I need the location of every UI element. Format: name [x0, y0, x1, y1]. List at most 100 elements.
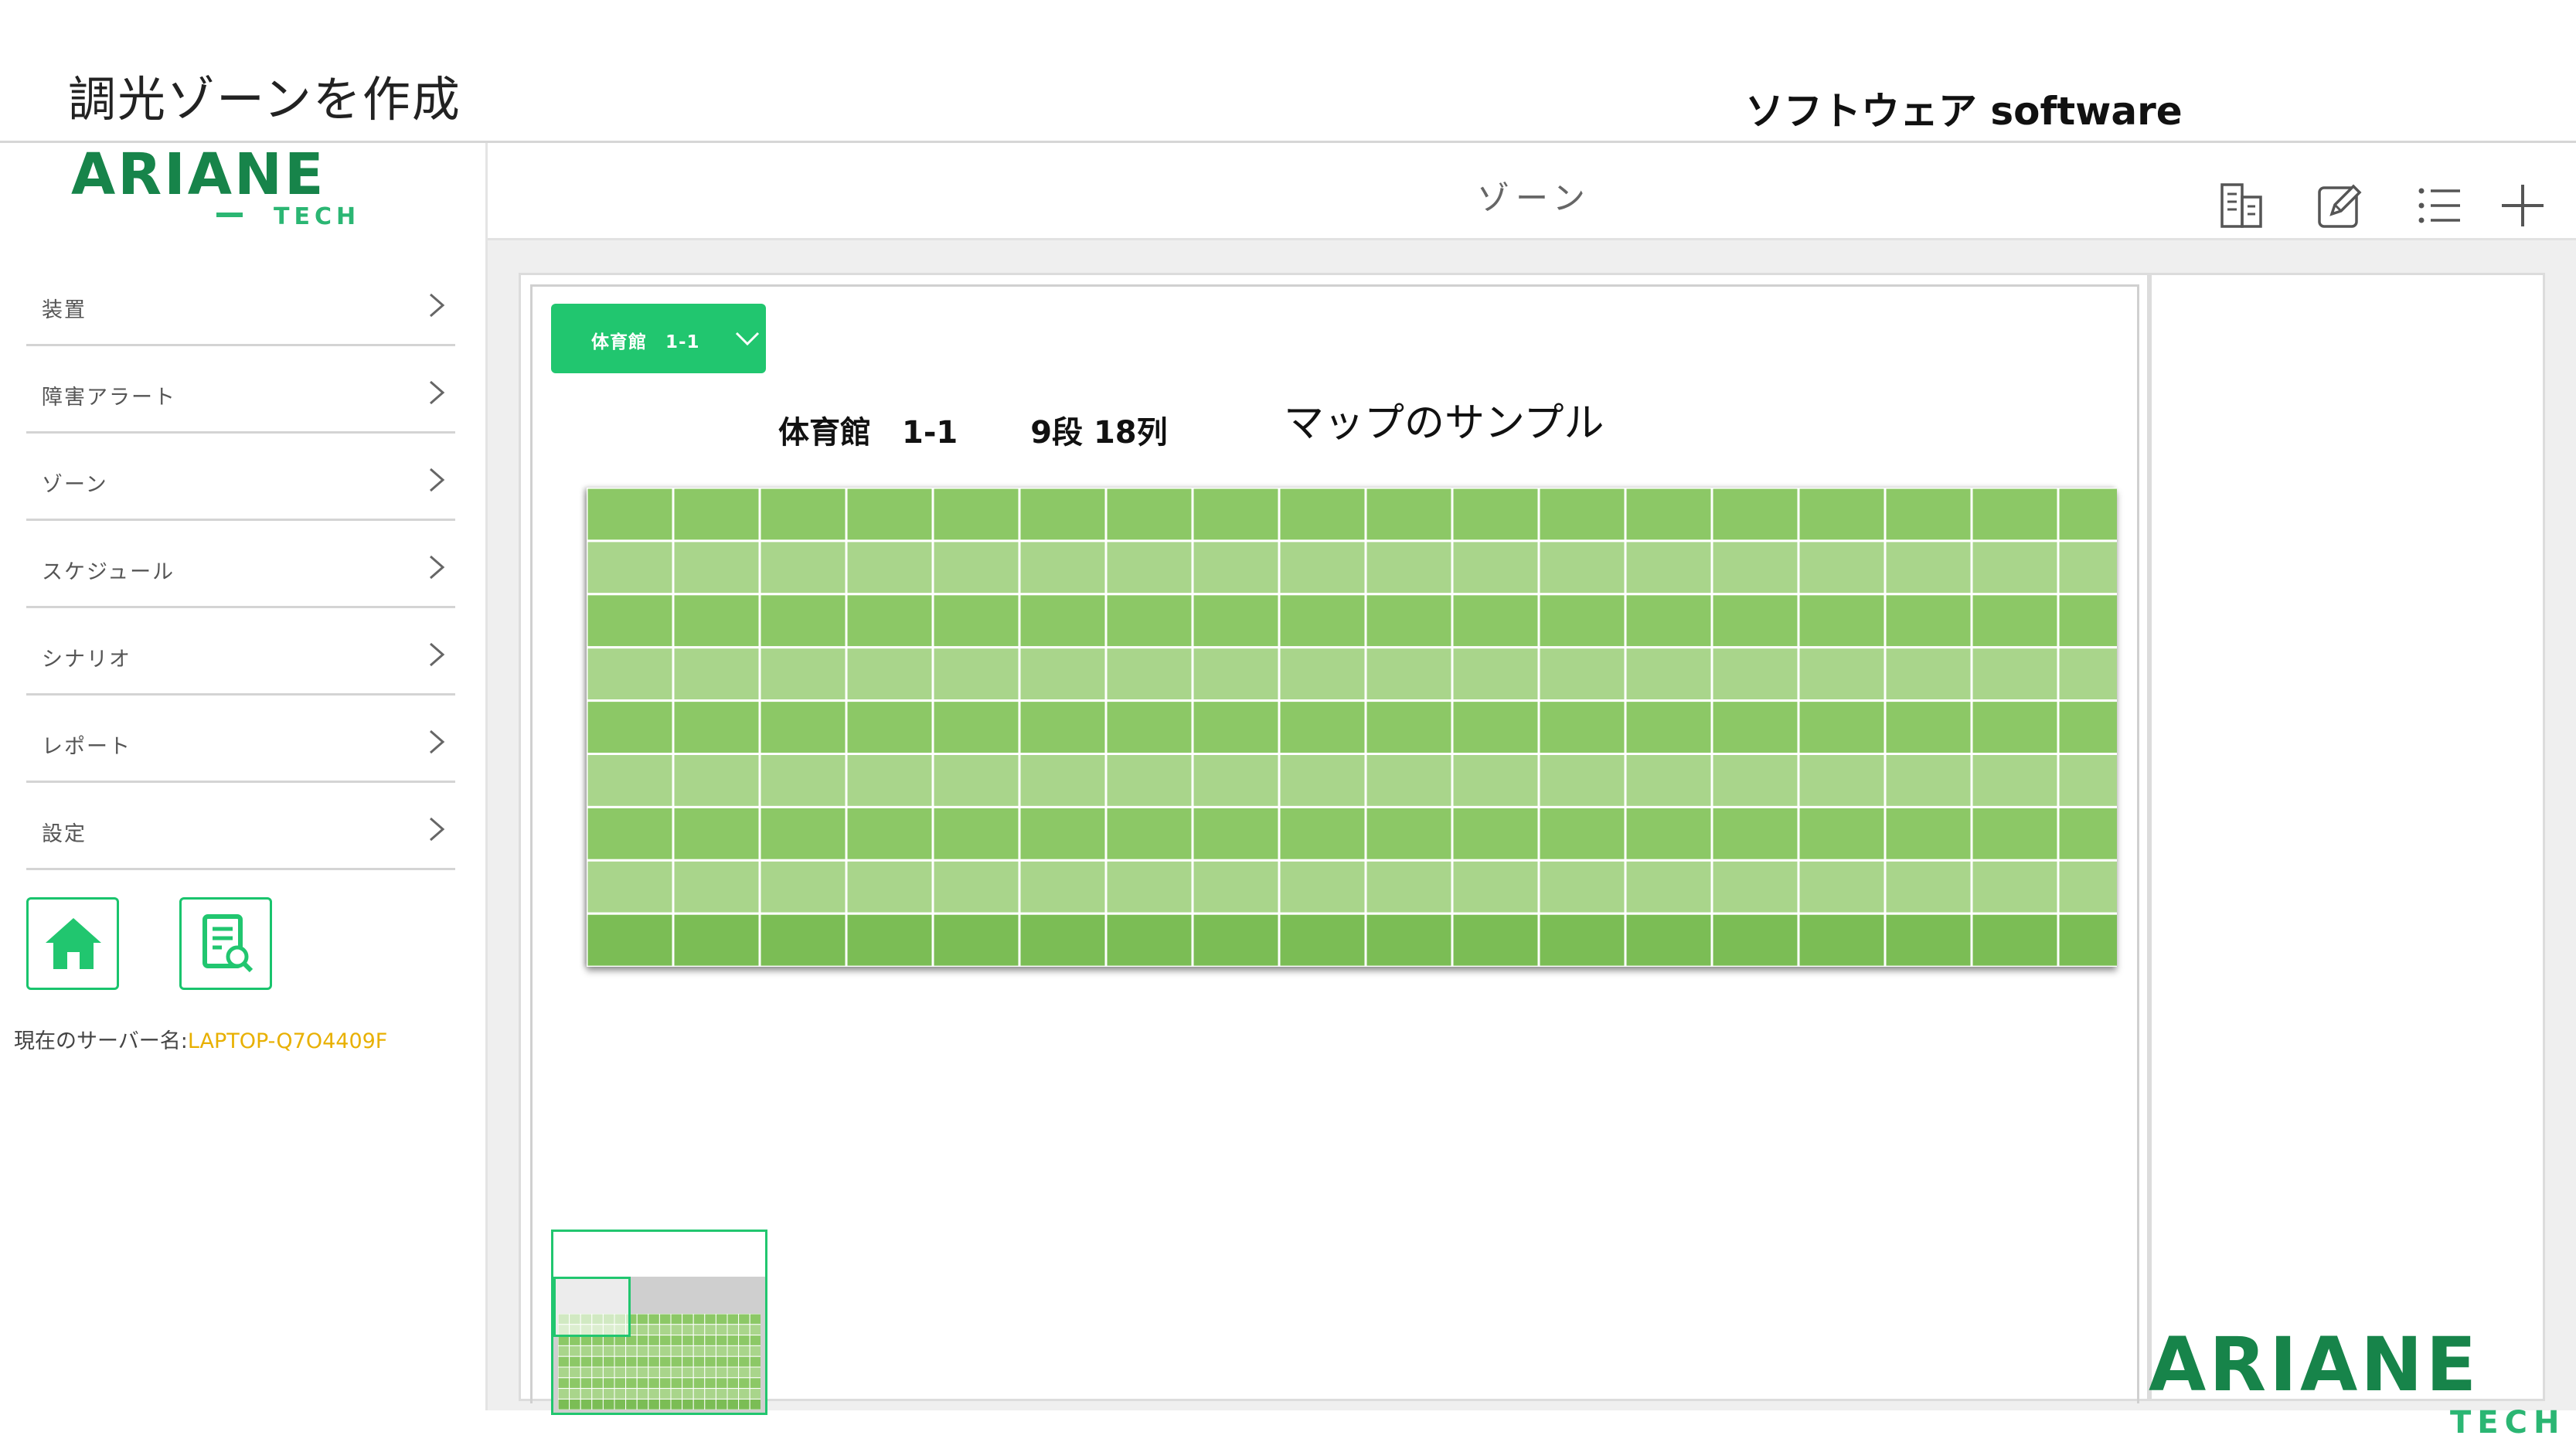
seat-cell[interactable] [1624, 859, 1713, 915]
seat-cell[interactable] [1018, 805, 1108, 862]
seat-cell[interactable] [1970, 593, 2060, 649]
seat-cell[interactable] [587, 488, 675, 543]
seat-cell[interactable] [1624, 593, 1713, 649]
seat-cell[interactable] [1451, 593, 1540, 649]
seat-cell[interactable] [1537, 699, 1627, 756]
seat-cell[interactable] [758, 539, 848, 596]
seat-cell[interactable] [1018, 539, 1108, 596]
seat-cell[interactable] [1191, 859, 1281, 915]
seat-cell[interactable] [1537, 805, 1627, 862]
seat-cell[interactable] [1191, 753, 1281, 808]
seat-cell[interactable] [1797, 753, 1887, 808]
seat-cell[interactable] [1364, 539, 1454, 596]
seat-cell[interactable] [931, 859, 1021, 915]
seat-cell[interactable] [2057, 699, 2117, 756]
seat-cell[interactable] [1451, 539, 1540, 596]
seat-cell[interactable] [1797, 912, 1887, 967]
seat-cell[interactable] [1104, 912, 1194, 967]
seat-cell[interactable] [672, 488, 761, 543]
seat-cell[interactable] [1970, 699, 2060, 756]
seat-cell[interactable] [1537, 646, 1627, 702]
seat-cell[interactable] [931, 646, 1021, 702]
seat-cell[interactable] [1797, 805, 1887, 862]
seat-cell[interactable] [758, 646, 848, 702]
seat-cell[interactable] [1278, 699, 1367, 756]
seat-cell[interactable] [1104, 488, 1194, 543]
seat-cell[interactable] [2057, 912, 2117, 967]
seat-cell[interactable] [587, 912, 675, 967]
seat-cell[interactable] [1797, 699, 1887, 756]
seat-cell[interactable] [1104, 539, 1194, 596]
seat-cell[interactable] [672, 539, 761, 596]
seat-cell[interactable] [1278, 593, 1367, 649]
seat-cell[interactable] [1364, 912, 1454, 967]
seat-cell[interactable] [1624, 805, 1713, 862]
seat-cell[interactable] [1451, 912, 1540, 967]
seat-cell[interactable] [1018, 912, 1108, 967]
seat-cell[interactable] [2057, 488, 2117, 543]
seat-cell[interactable] [1537, 912, 1627, 967]
seat-cell[interactable] [1278, 488, 1367, 543]
seat-cell[interactable] [1364, 646, 1454, 702]
seat-cell[interactable] [672, 753, 761, 808]
seat-cell[interactable] [2057, 593, 2117, 649]
report-search-button[interactable] [179, 897, 272, 990]
seat-cell[interactable] [1710, 593, 1800, 649]
seat-cell[interactable] [1451, 859, 1540, 915]
seat-cell[interactable] [1104, 699, 1194, 756]
sidebar-item-scenarios[interactable]: シナリオ [26, 608, 455, 696]
seat-cell[interactable] [1710, 488, 1800, 543]
seat-cell[interactable] [1364, 593, 1454, 649]
seat-cell[interactable] [587, 805, 675, 862]
seat-cell[interactable] [587, 859, 675, 915]
seat-cell[interactable] [758, 488, 848, 543]
seat-grid[interactable] [587, 488, 2117, 967]
seat-cell[interactable] [1797, 593, 1887, 649]
seat-cell[interactable] [1364, 753, 1454, 808]
seat-cell[interactable] [672, 646, 761, 702]
seat-cell[interactable] [845, 805, 934, 862]
seat-cell[interactable] [1191, 539, 1281, 596]
seat-cell[interactable] [1364, 859, 1454, 915]
seat-cell[interactable] [758, 593, 848, 649]
seat-cell[interactable] [1970, 753, 2060, 808]
seat-cell[interactable] [1191, 805, 1281, 862]
seat-cell[interactable] [1104, 646, 1194, 702]
seat-cell[interactable] [931, 805, 1021, 862]
seat-cell[interactable] [1278, 646, 1367, 702]
edit-icon[interactable] [2315, 180, 2366, 231]
sidebar-item-schedule[interactable]: スケジュール [26, 521, 455, 608]
seat-cell[interactable] [1884, 753, 1973, 808]
seat-cell[interactable] [1884, 646, 1973, 702]
seat-cell[interactable] [2057, 539, 2117, 596]
seat-cell[interactable] [2057, 805, 2117, 862]
seat-cell[interactable] [587, 699, 675, 756]
seat-cell[interactable] [1451, 488, 1540, 543]
seat-cell[interactable] [1278, 805, 1367, 862]
building-icon[interactable] [2216, 180, 2267, 231]
seat-cell[interactable] [2057, 753, 2117, 808]
list-icon[interactable] [2414, 180, 2465, 231]
seat-cell[interactable] [1191, 593, 1281, 649]
seat-cell[interactable] [1797, 646, 1887, 702]
seat-cell[interactable] [1018, 646, 1108, 702]
seat-cell[interactable] [1104, 805, 1194, 862]
seat-cell[interactable] [1624, 699, 1713, 756]
seat-cell[interactable] [931, 539, 1021, 596]
home-button[interactable] [26, 897, 119, 990]
seat-cell[interactable] [1018, 859, 1108, 915]
seat-cell[interactable] [587, 593, 675, 649]
seat-cell[interactable] [1537, 488, 1627, 543]
seat-cell[interactable] [672, 805, 761, 862]
seat-cell[interactable] [845, 593, 934, 649]
seat-cell[interactable] [758, 805, 848, 862]
seat-cell[interactable] [1797, 859, 1887, 915]
seat-cell[interactable] [1710, 699, 1800, 756]
seat-cell[interactable] [1797, 488, 1887, 543]
seat-cell[interactable] [1624, 753, 1713, 808]
seat-cell[interactable] [672, 859, 761, 915]
seat-cell[interactable] [1970, 488, 2060, 543]
seat-cell[interactable] [672, 593, 761, 649]
seat-cell[interactable] [1624, 539, 1713, 596]
seat-cell[interactable] [1710, 912, 1800, 967]
